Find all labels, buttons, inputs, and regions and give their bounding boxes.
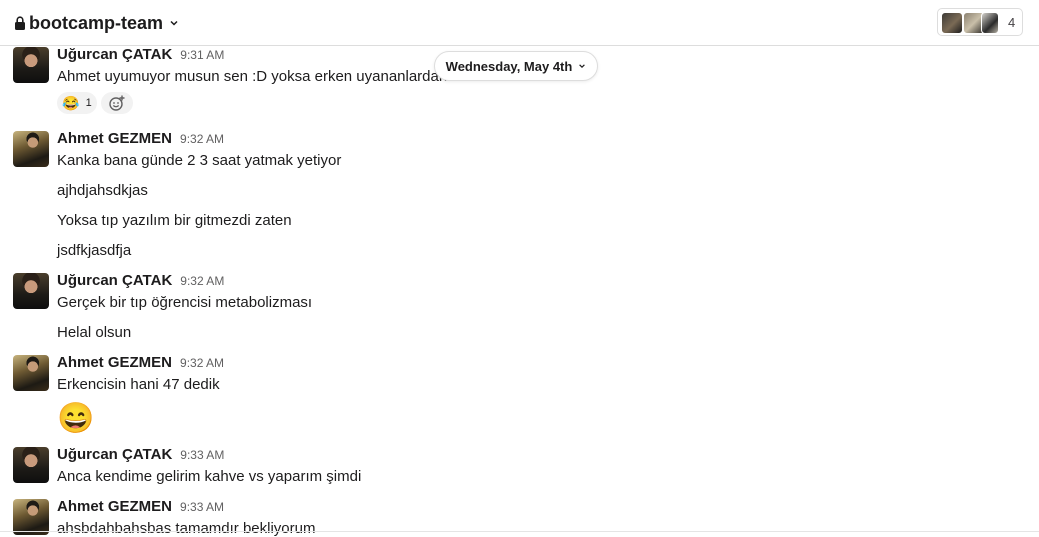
chevron-down-icon [170,20,178,26]
message-timestamp[interactable]: 9:31 AM [180,48,224,62]
member-avatar [981,12,999,34]
date-divider-button[interactable]: Wednesday, May 4th [434,51,598,81]
chevron-down-icon [579,64,586,69]
message-text: Kanka bana günde 2 3 saat yatmak yetiyor [57,152,342,169]
lock-icon [15,16,25,30]
jumbo-emoji: 😄 [57,402,95,435]
sender-name[interactable]: Ahmet GEZMEN [57,498,172,515]
sender-name[interactable]: Ahmet GEZMEN [57,130,172,147]
sender-name[interactable]: Uğurcan ÇATAK [57,446,172,463]
member-avatar [941,12,963,34]
channel-name-button[interactable]: bootcamp-team [14,12,179,34]
message-timestamp[interactable]: 9:32 AM [180,132,224,146]
message-text: Ahmet uyumuyor musun sen :D yoksa erken … [57,68,489,85]
sender-name[interactable]: Ahmet GEZMEN [57,354,172,371]
add-reaction-icon [109,95,125,111]
avatar[interactable] [13,273,49,309]
reaction-count: 1 [85,97,92,109]
avatar[interactable] [13,499,49,535]
message-timestamp[interactable]: 9:33 AM [180,448,224,462]
channel-members-button[interactable]: 4 [937,8,1023,36]
avatar[interactable] [13,47,49,83]
avatar[interactable] [13,447,49,483]
channel-name: bootcamp-team [29,12,164,33]
avatar[interactable] [13,131,49,167]
reaction-button[interactable]: 😂 1 [57,92,97,114]
message-text: Erkencisin hani 47 dedik [57,376,220,393]
message-text: ajhdjahsdkjas [57,182,148,199]
avatar[interactable] [13,355,49,391]
message-text: Yoksa tıp yazılım bir gitmezdi zaten [57,212,292,229]
channel-header: bootcamp-team 4 [0,0,1039,46]
message-timestamp[interactable]: 9:33 AM [180,500,224,514]
message-text: Gerçek bir tıp öğrencisi metabolizması [57,294,313,311]
message-text: jsdfkjasdfja [57,242,132,259]
member-count: 4 [1008,15,1016,30]
add-reaction-button[interactable] [101,92,133,114]
sender-name[interactable]: Uğurcan ÇATAK [57,272,172,289]
message-text: ahsbdahbahsbas tamamdır bekliyorum [57,520,316,537]
sender-name[interactable]: Uğurcan ÇATAK [57,46,172,63]
message-text: Anca kendime gelirim kahve vs yaparım şi… [57,468,362,485]
date-divider-label: Wednesday, May 4th [445,58,573,74]
message-timestamp[interactable]: 9:32 AM [180,356,224,370]
message-text: Helal olsun [57,324,132,341]
message-timestamp[interactable]: 9:32 AM [180,274,224,288]
reaction-emoji: 😂 [62,95,80,111]
